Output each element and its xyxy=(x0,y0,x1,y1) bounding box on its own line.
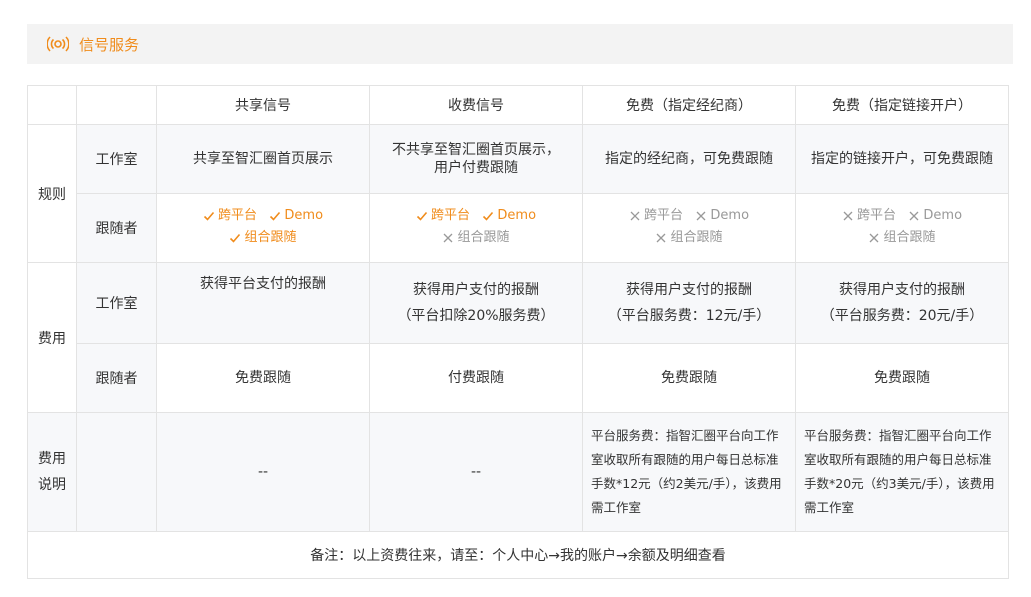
group-label-cost: 费用 xyxy=(27,262,77,413)
rule-text-line2: 用户付费跟随 xyxy=(434,160,518,176)
check-icon xyxy=(203,210,215,222)
cost-follower-paid: 付费跟随 xyxy=(369,343,583,413)
cost-follower-free-link: 免费跟随 xyxy=(795,343,1009,413)
follower-features-free-link: 跨平台 Demo 组合跟随 xyxy=(795,193,1009,263)
cost-text-line1: 获得用户支付的报酬 xyxy=(413,282,539,298)
cost-studio-shared: 获得平台支付的报酬 xyxy=(156,262,370,344)
cross-icon xyxy=(695,210,707,222)
footnote: 备注：以上资费往来，请至：个人中心→我的账户→余额及明细查看 xyxy=(27,531,1009,579)
table-row: 备注：以上资费往来，请至：个人中心→我的账户→余额及明细查看 xyxy=(27,531,1009,579)
cost-desc-free-broker: 平台服务费：指智汇圈平台向工作室收取所有跟随的用户每日总标准手数*12元（约2美… xyxy=(582,412,796,532)
cost-text: 获得平台支付的报酬 xyxy=(200,276,326,292)
cost-studio-free-broker: 获得用户支付的报酬 （平台服务费：12元/手） xyxy=(582,262,796,344)
cost-text-line2: （平台服务费：20元/手） xyxy=(820,308,984,324)
signal-broadcast-icon xyxy=(47,36,69,52)
table-row: 跟随者 免费跟随 付费跟随 免费跟随 免费跟随 xyxy=(28,343,1009,413)
group-label-cost-desc: 费用说明 xyxy=(27,412,77,532)
feature-combo-follow: 组合跟随 xyxy=(442,228,510,248)
rule-text-line1: 不共享至智汇圈首页展示， xyxy=(392,142,560,158)
follower-features-paid: 跨平台 Demo 组合跟随 xyxy=(369,193,583,263)
feature-combo-follow: 组合跟随 xyxy=(868,228,936,248)
feature-demo: Demo xyxy=(695,206,749,226)
cross-icon xyxy=(655,232,667,244)
sub-label-studio: 工作室 xyxy=(76,262,157,344)
check-icon xyxy=(229,232,241,244)
table-row: 规则 工作室 共享至智汇圈首页展示 不共享至智汇圈首页展示， 用户付费跟随 指定… xyxy=(27,124,1009,263)
check-icon xyxy=(269,210,281,222)
cost-desc-paid: -- xyxy=(369,412,583,532)
feature-combo-follow: 组合跟随 xyxy=(655,228,723,248)
cost-desc-shared: -- xyxy=(156,412,370,532)
table-row: 费用说明 -- -- 平台服务费：指智汇圈平台向工作室收取所有跟随的用户每日总标… xyxy=(27,412,1009,532)
group-label-rules: 规则 xyxy=(27,124,77,263)
column-header-free-link: 免费（指定链接开户） xyxy=(795,85,1009,125)
feature-combo-follow: 组合跟随 xyxy=(229,228,297,248)
cross-icon xyxy=(842,210,854,222)
section-title: 信号服务 xyxy=(79,35,140,54)
cross-icon xyxy=(868,232,880,244)
rule-studio-paid: 不共享至智汇圈首页展示， 用户付费跟随 xyxy=(369,124,583,194)
table-row: 费用 工作室 获得平台支付的报酬 获得用户支付的报酬 （平台扣除20%服务费） … xyxy=(27,262,1009,413)
cross-icon xyxy=(908,210,920,222)
rule-studio-shared: 共享至智汇圈首页展示 xyxy=(156,124,370,194)
check-icon xyxy=(482,210,494,222)
table-row: 跟随者 跨平台 Demo 组合跟随 跨平台 Demo 组合跟随 跨平台 Demo… xyxy=(28,193,1009,263)
check-icon xyxy=(416,210,428,222)
feature-cross-platform: 跨平台 xyxy=(416,206,470,226)
cost-desc-text: 平台服务费：指智汇圈平台向工作室收取所有跟随的用户每日总标准手数*20元（约3美… xyxy=(804,428,995,515)
signal-pricing-table: 共享信号 收费信号 免费（指定经纪商） 免费（指定链接开户） 规则 工作室 共享… xyxy=(27,85,1009,579)
sub-label-follower: 跟随者 xyxy=(76,343,157,413)
cost-desc-free-link: 平台服务费：指智汇圈平台向工作室收取所有跟随的用户每日总标准手数*20元（约3美… xyxy=(795,412,1009,532)
empty-header-cell xyxy=(76,85,157,125)
cost-text-line1: 获得用户支付的报酬 xyxy=(626,282,752,298)
feature-demo: Demo xyxy=(482,206,536,226)
feature-cross-platform: 跨平台 xyxy=(629,206,683,226)
feature-cross-platform: 跨平台 xyxy=(842,206,896,226)
cost-text-line2: （平台服务费：12元/手） xyxy=(607,308,771,324)
section-header: 信号服务 xyxy=(27,24,1013,64)
empty-header-cell xyxy=(27,85,77,125)
empty-sub-cell xyxy=(76,412,157,532)
feature-demo: Demo xyxy=(908,206,962,226)
cross-icon xyxy=(442,232,454,244)
cost-text-line1: 获得用户支付的报酬 xyxy=(839,282,965,298)
cost-follower-shared: 免费跟随 xyxy=(156,343,370,413)
column-header-shared: 共享信号 xyxy=(156,85,370,125)
rule-studio-free-broker: 指定的经纪商，可免费跟随 xyxy=(582,124,796,194)
follower-features-free-broker: 跨平台 Demo 组合跟随 xyxy=(582,193,796,263)
sub-label-follower: 跟随者 xyxy=(76,193,157,263)
cost-studio-paid: 获得用户支付的报酬 （平台扣除20%服务费） xyxy=(369,262,583,344)
rule-studio-free-link: 指定的链接开户，可免费跟随 xyxy=(795,124,1009,194)
feature-cross-platform: 跨平台 xyxy=(203,206,257,226)
cross-icon xyxy=(629,210,641,222)
column-header-free-broker: 免费（指定经纪商） xyxy=(582,85,796,125)
group-label-cost-desc-text: 费用说明 xyxy=(38,451,66,493)
table-header-row: 共享信号 收费信号 免费（指定经纪商） 免费（指定链接开户） xyxy=(27,85,1009,125)
sub-label-studio: 工作室 xyxy=(76,124,157,194)
cost-follower-free-broker: 免费跟随 xyxy=(582,343,796,413)
column-header-paid: 收费信号 xyxy=(369,85,583,125)
feature-demo: Demo xyxy=(269,206,323,226)
cost-text-line2: （平台扣除20%服务费） xyxy=(397,308,555,324)
cost-desc-text: 平台服务费：指智汇圈平台向工作室收取所有跟随的用户每日总标准手数*12元（约2美… xyxy=(591,428,782,515)
cost-studio-free-link: 获得用户支付的报酬 （平台服务费：20元/手） xyxy=(795,262,1009,344)
follower-features-shared: 跨平台 Demo 组合跟随 xyxy=(156,193,370,263)
